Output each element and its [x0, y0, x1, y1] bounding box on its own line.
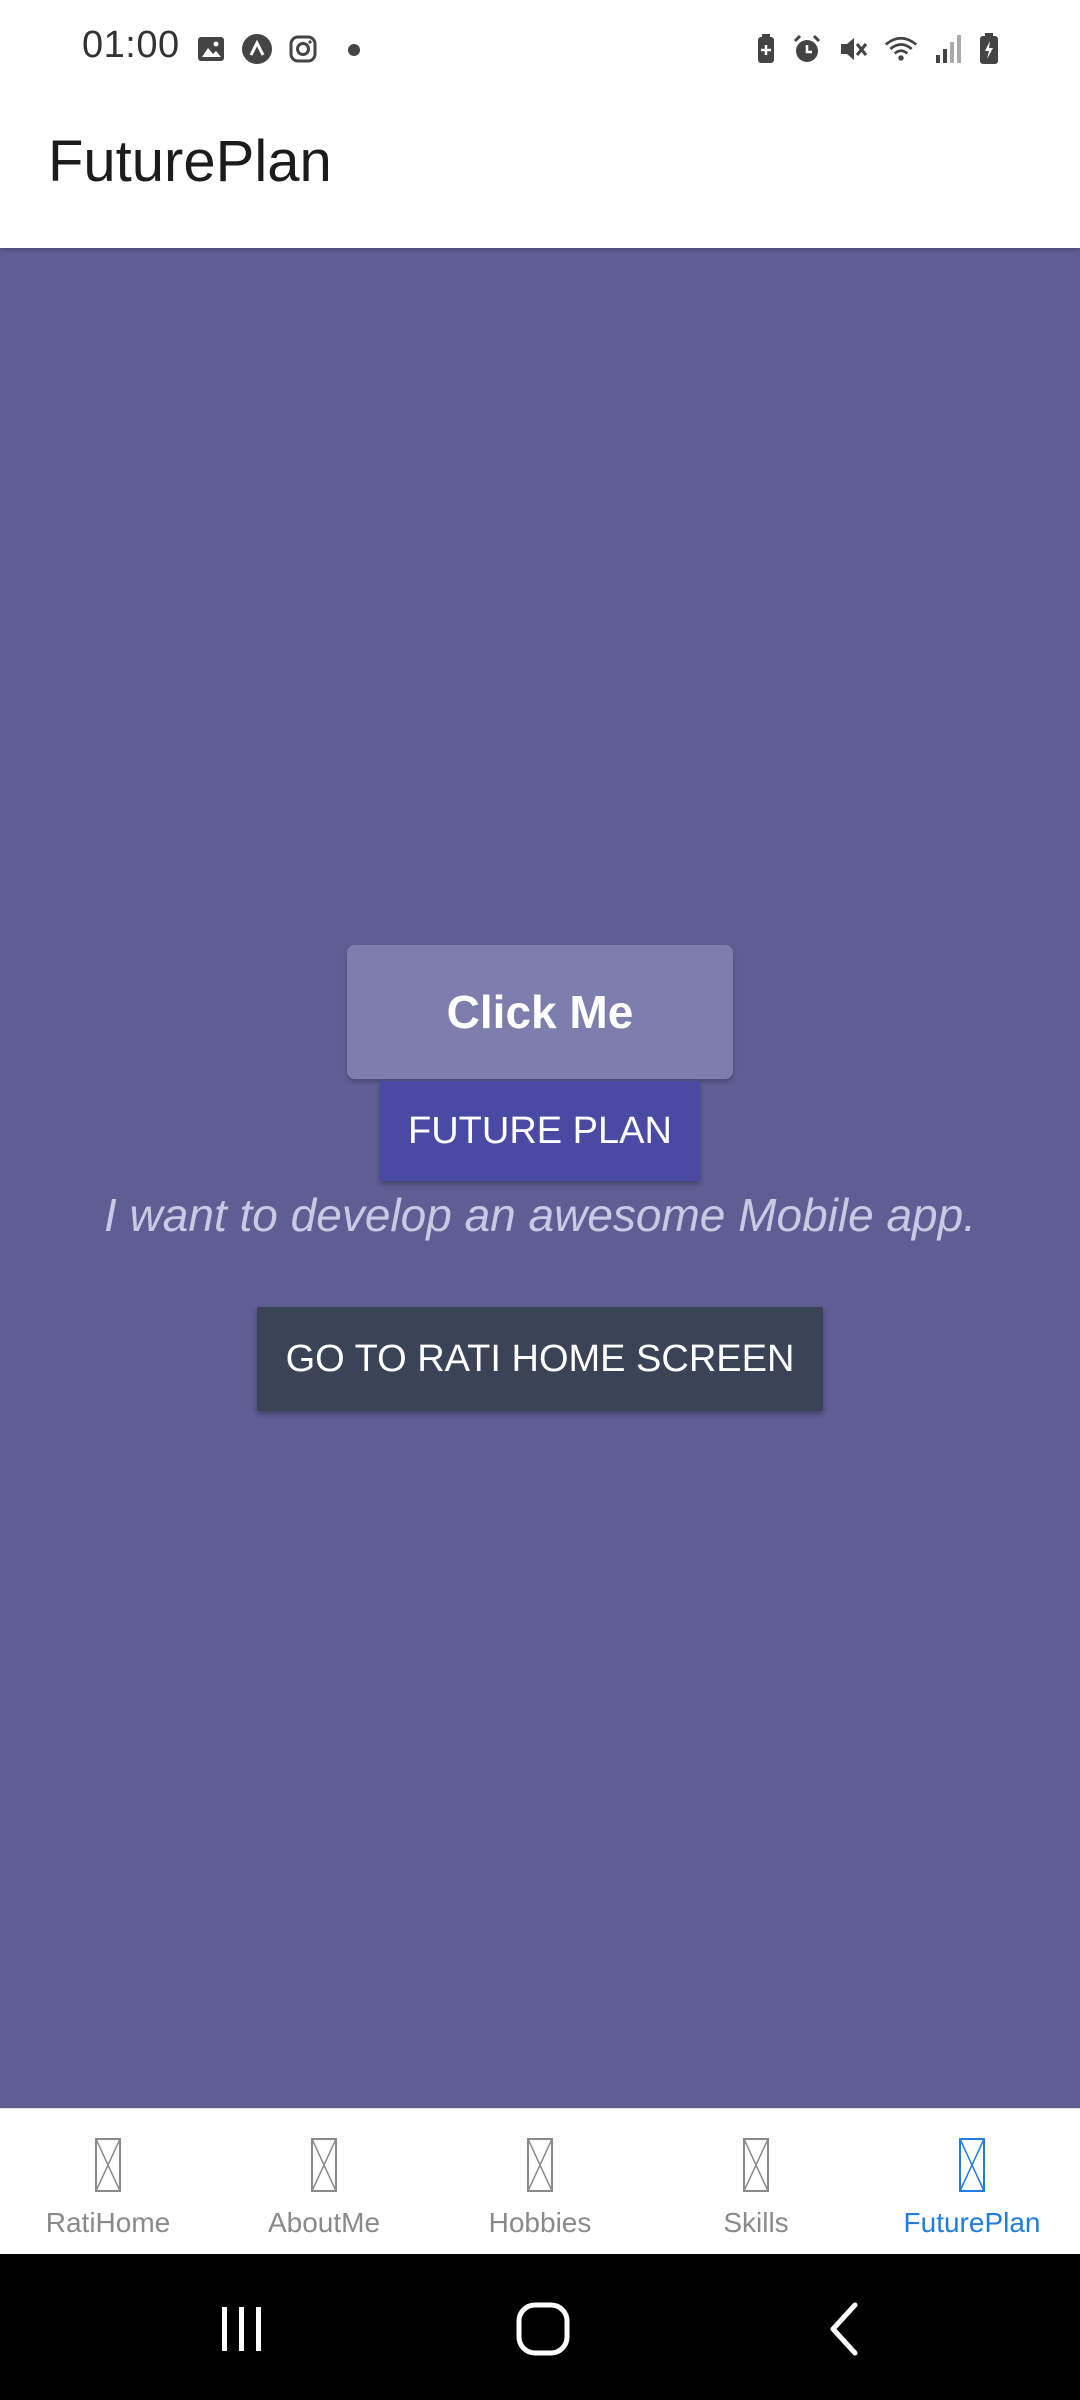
app-bar: FuturePlan	[0, 100, 1080, 248]
tab-label: RatiHome	[45, 2207, 171, 2238]
plan-description: I want to develop an awesome Mobile app.	[104, 1189, 976, 1241]
tab-skills[interactable]: Skills	[648, 2109, 864, 2255]
tab-aboutme[interactable]: AboutMe	[216, 2109, 432, 2255]
tab-futureplan[interactable]: FuturePlan	[864, 2109, 1080, 2255]
tab-label: Skills	[723, 2207, 789, 2238]
home-icon	[516, 2302, 570, 2356]
missing-glyph-icon	[743, 2138, 769, 2192]
missing-glyph-icon	[527, 2138, 553, 2192]
status-bar: 01:00	[0, 0, 1080, 100]
notification-dot	[348, 44, 360, 56]
tab-label: Hobbies	[488, 2207, 592, 2238]
tab-ratihome[interactable]: RatiHome	[0, 2109, 216, 2255]
wifi-icon	[884, 32, 918, 66]
app-circle-icon	[240, 32, 274, 66]
back-nav-button[interactable]	[806, 2294, 886, 2364]
tab-hobbies[interactable]: Hobbies	[432, 2109, 648, 2255]
battery-icon	[972, 32, 1006, 66]
home-nav-button[interactable]	[503, 2294, 583, 2364]
missing-glyph-icon	[959, 2138, 985, 2192]
recent-apps-icon	[222, 2307, 261, 2351]
tab-label: FuturePlan	[903, 2207, 1041, 2238]
missing-glyph-icon	[311, 2138, 337, 2192]
future-plan-button[interactable]: FUTURE PLAN	[380, 1081, 700, 1181]
status-time: 01:00	[82, 24, 180, 66]
mute-icon	[836, 32, 870, 66]
instagram-icon	[286, 32, 320, 66]
gallery-icon	[194, 32, 228, 66]
go-home-button[interactable]: GO TO RATI HOME SCREEN	[257, 1307, 823, 1411]
signal-icon	[932, 32, 966, 66]
page-title: FuturePlan	[48, 129, 332, 194]
back-icon	[830, 2302, 858, 2356]
bottom-tab-bar: RatiHome AboutMe Hobbies Skills FuturePl…	[0, 2108, 1080, 2255]
recent-apps-button[interactable]	[202, 2294, 282, 2364]
system-nav-bar	[0, 2254, 1080, 2400]
tab-label: AboutMe	[267, 2207, 381, 2238]
battery-saver-icon	[749, 32, 783, 66]
alarm-icon	[790, 32, 824, 66]
missing-glyph-icon	[95, 2138, 121, 2192]
click-me-button[interactable]: Click Me	[347, 945, 733, 1079]
main-content: Click Me FUTURE PLAN I want to develop a…	[0, 248, 1080, 2108]
